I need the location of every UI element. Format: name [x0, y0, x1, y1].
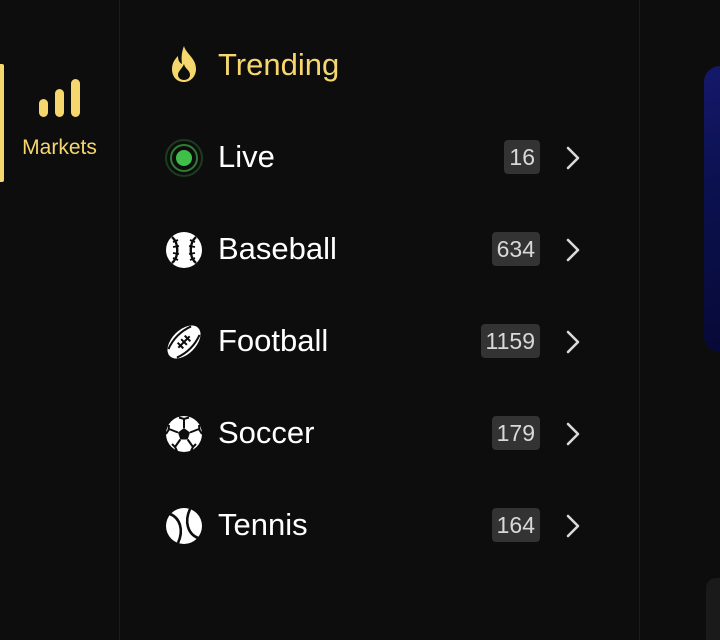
rail-item-label: Markets [22, 136, 97, 159]
flame-icon [172, 46, 196, 82]
content-card[interactable] [706, 578, 720, 640]
menu-item-label: Soccer [218, 415, 315, 450]
sports-menu: Trending Live 16 Baseball 634 Football 1… [120, 0, 640, 640]
count-badge: 16 [504, 140, 540, 174]
bar-chart-icon [39, 79, 80, 117]
baseball-icon [166, 232, 202, 268]
soccer-ball-icon [165, 416, 203, 452]
promo-banner[interactable] [704, 66, 720, 352]
count-badge: 634 [491, 232, 540, 266]
menu-item-tennis[interactable]: Tennis 164 [120, 480, 639, 572]
rail-item-markets[interactable]: Markets [0, 64, 119, 182]
menu-item-label: Trending [218, 47, 340, 82]
chevron-right-icon [566, 514, 580, 538]
tennis-ball-icon [166, 508, 202, 544]
menu-item-label: Football [218, 323, 329, 358]
count-badge: 179 [491, 416, 540, 450]
left-rail: Markets [0, 0, 120, 640]
football-icon [167, 325, 201, 359]
chevron-right-icon [566, 330, 580, 354]
menu-item-label: Live [218, 139, 275, 174]
chevron-right-icon [566, 146, 580, 170]
app-root: Markets Trending Live 16 Baseball 634 Fo… [0, 0, 720, 640]
active-indicator [0, 64, 4, 182]
menu-item-soccer[interactable]: Soccer 179 [120, 388, 639, 480]
menu-item-label: Tennis [218, 507, 308, 542]
menu-item-trending[interactable]: Trending [120, 20, 639, 112]
count-badge: 164 [491, 508, 540, 542]
chevron-right-icon [566, 238, 580, 262]
content-panel [640, 0, 720, 640]
count-badge: 1159 [480, 324, 540, 358]
menu-item-live[interactable]: Live 16 [120, 112, 639, 204]
menu-item-label: Baseball [218, 231, 337, 266]
menu-item-football[interactable]: Football 1159 [120, 296, 639, 388]
live-dot-icon [165, 139, 203, 177]
chevron-right-icon [566, 422, 580, 446]
menu-item-baseball[interactable]: Baseball 634 [120, 204, 639, 296]
